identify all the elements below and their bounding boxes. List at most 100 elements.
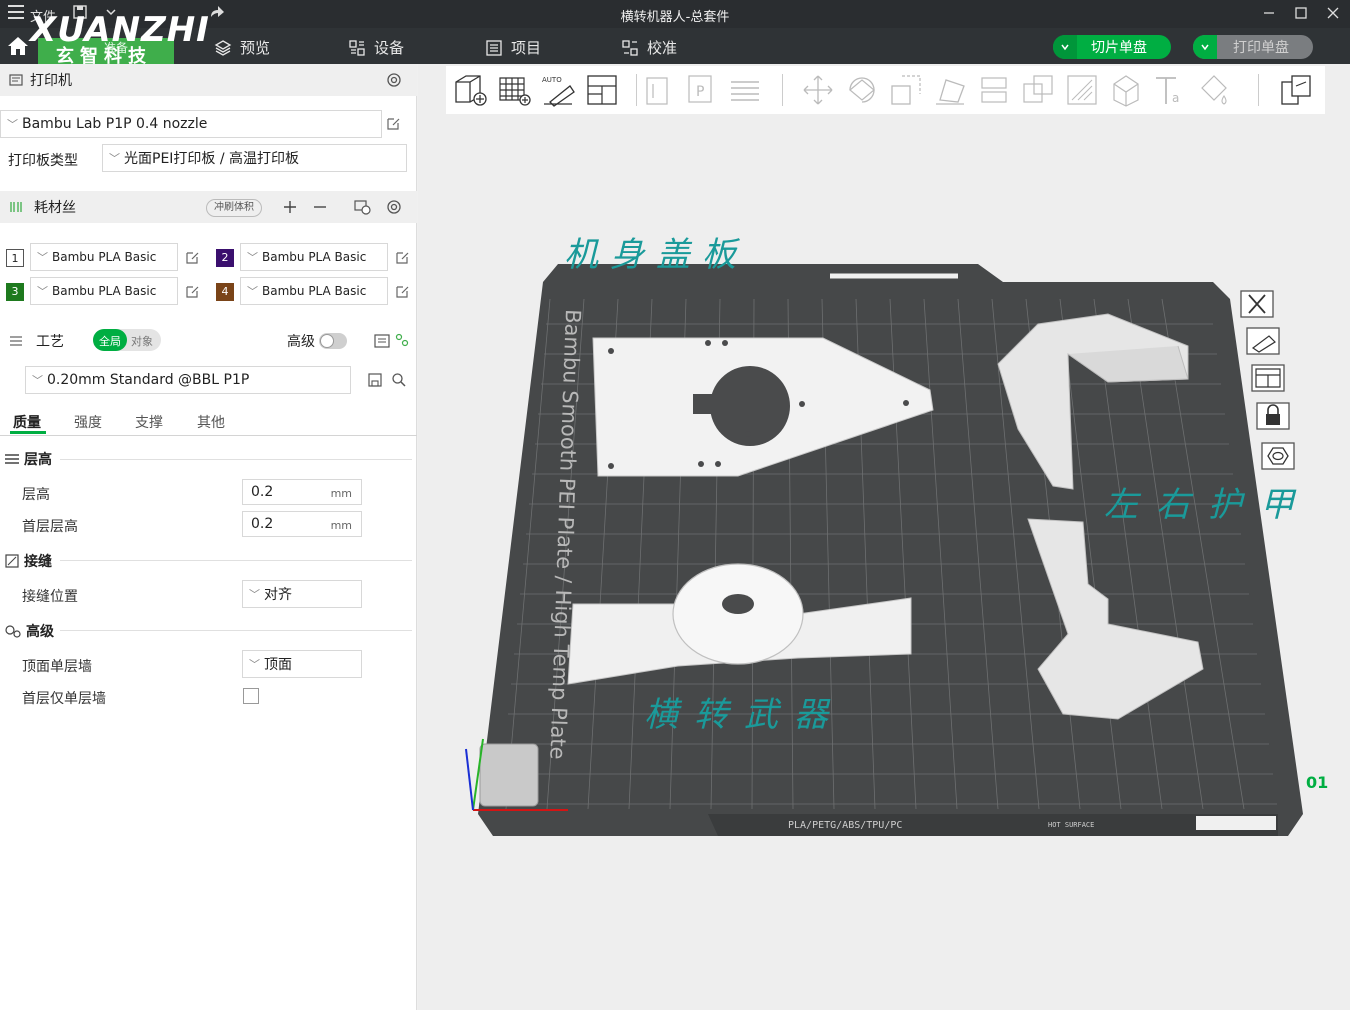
layer-height-input[interactable]: 0.2 mm: [242, 479, 362, 505]
list-view-icon[interactable]: [373, 332, 391, 350]
text-icon[interactable]: a: [1152, 72, 1188, 108]
seam-position-select[interactable]: ﹀ 对齐: [242, 580, 362, 608]
filament-slot-4-name: Bambu PLA Basic: [262, 284, 367, 298]
advanced-toggle[interactable]: [319, 333, 347, 349]
chevron-down-icon: ﹀: [37, 285, 48, 298]
build-plate-scene[interactable]: Bambu Smooth PEI Plate / High Temp Plate…: [418, 114, 1350, 1010]
plate-arrange-icon[interactable]: [1250, 363, 1286, 393]
filament-slot-4-select[interactable]: ﹀ Bambu PLA Basic: [240, 277, 388, 305]
minimize-icon[interactable]: [1254, 3, 1284, 25]
tab-quality[interactable]: 质量: [13, 412, 41, 432]
maximize-icon[interactable]: [1286, 3, 1316, 25]
edit-icon[interactable]: [184, 284, 200, 300]
svg-text:P: P: [696, 84, 704, 100]
filament-slot-3-select[interactable]: ﹀ Bambu PLA Basic: [30, 277, 178, 305]
tab-calibration[interactable]: 校准: [621, 37, 677, 58]
edit-icon[interactable]: [394, 250, 410, 266]
close-icon[interactable]: [1318, 3, 1348, 25]
seam-group-title: 接缝: [4, 551, 52, 571]
auto-orient-icon[interactable]: AUTO: [540, 72, 576, 108]
plate-auto-orient-icon[interactable]: [1245, 326, 1281, 356]
save-preset-icon[interactable]: [367, 372, 383, 388]
arrange-icon[interactable]: [584, 72, 620, 108]
assembly-view-icon[interactable]: [1278, 72, 1314, 108]
printer-section-title: 打印机: [30, 73, 72, 89]
flush-volume-button[interactable]: 冲刷体积: [206, 199, 262, 217]
layer-height-group-label: 层高: [24, 452, 52, 468]
edit-icon[interactable]: [184, 250, 200, 266]
origin-marker: [479, 743, 539, 807]
home-icon[interactable]: [6, 34, 30, 58]
toolbar-divider: [636, 74, 637, 106]
first-layer-height-label: 首层层高: [22, 519, 78, 535]
tab-project[interactable]: 项目: [485, 37, 541, 58]
chevron-down-icon[interactable]: [1053, 35, 1077, 59]
global-object-toggle[interactable]: 全局 对象: [93, 329, 161, 351]
gear-icon[interactable]: [385, 71, 403, 89]
color-paint-icon[interactable]: [1196, 72, 1232, 108]
add-plate-icon[interactable]: [496, 72, 532, 108]
chevron-down-icon[interactable]: [1193, 35, 1217, 59]
filament-slot-1-select[interactable]: ﹀ Bambu PLA Basic: [30, 243, 178, 271]
process-tabs: 质量 强度 支撑 其他: [0, 412, 417, 436]
process-preset-select[interactable]: ﹀ 0.20mm Standard @BBL P1P: [25, 366, 351, 394]
weapon-hub-hole: [722, 594, 754, 614]
chevron-down-icon: ﹀: [7, 118, 18, 131]
plate-number[interactable]: 01: [1306, 773, 1328, 792]
compare-icon[interactable]: [394, 332, 410, 348]
seam-position-label: 接缝位置: [22, 589, 78, 605]
edit-icon[interactable]: [385, 116, 401, 132]
print-plate-button[interactable]: 打印单盘: [1193, 35, 1313, 59]
tab-strength[interactable]: 强度: [74, 412, 102, 432]
group-divider: [60, 459, 412, 460]
label-spinner-weapon: 横转武器: [644, 695, 844, 735]
process-section-title: 工艺: [36, 334, 64, 350]
tab-device[interactable]: 设备: [348, 37, 404, 58]
menu-icon[interactable]: [8, 5, 24, 19]
printer-select[interactable]: ﹀ Bambu Lab P1P 0.4 nozzle: [0, 110, 382, 138]
first-layer-height-input[interactable]: 0.2 mm: [242, 511, 362, 537]
rotate-icon[interactable]: [844, 72, 880, 108]
slice-plate-button[interactable]: 切片单盘: [1053, 35, 1171, 59]
lay-on-face-icon[interactable]: [932, 72, 968, 108]
first-layer-height-unit: mm: [330, 519, 352, 532]
first-layer-wall-checkbox[interactable]: [243, 688, 259, 704]
advanced-group-title: 高级: [4, 621, 54, 641]
move-icon[interactable]: [800, 72, 836, 108]
tab-others[interactable]: 其他: [197, 412, 225, 432]
seam-paint-icon[interactable]: [1108, 72, 1144, 108]
remove-icon[interactable]: [312, 199, 328, 215]
plate-settings-icon[interactable]: [1260, 441, 1296, 471]
chevron-down-icon: ﹀: [37, 251, 48, 264]
redo-icon[interactable]: [208, 4, 226, 24]
split-parts-icon[interactable]: P: [683, 72, 719, 108]
tab-preview[interactable]: 预览: [214, 37, 270, 58]
top-wall-label: 顶面单层墙: [22, 659, 92, 675]
filament-slot-2-select[interactable]: ﹀ Bambu PLA Basic: [240, 243, 388, 271]
top-wall-select[interactable]: ﹀ 顶面: [242, 650, 362, 678]
add-object-icon[interactable]: [452, 72, 488, 108]
scale-icon[interactable]: [888, 72, 924, 108]
toolbar-divider: [1258, 74, 1259, 106]
layers-editing-icon[interactable]: [727, 72, 763, 108]
filament-slot-3-number: 3: [6, 283, 24, 301]
split-objects-icon[interactable]: [639, 72, 675, 108]
cut-icon[interactable]: [976, 72, 1012, 108]
print-plate-label: 打印单盘: [1233, 40, 1289, 56]
add-icon[interactable]: [282, 199, 298, 215]
plate-type-select[interactable]: ﹀ 光面PEI打印板 / 高温打印板: [102, 144, 407, 172]
lock-plate-icon[interactable]: [1255, 401, 1291, 431]
tab-calibration-label: 校准: [647, 39, 678, 57]
support-paint-icon[interactable]: [1064, 72, 1100, 108]
gear-icon[interactable]: [385, 198, 403, 216]
device-icon: [349, 39, 365, 56]
layer-height-group-title: 层高: [4, 449, 52, 469]
edit-icon[interactable]: [394, 284, 410, 300]
tab-device-label: 设备: [374, 39, 405, 57]
clear-plate-icon[interactable]: [1239, 289, 1275, 319]
boolean-icon[interactable]: [1020, 72, 1056, 108]
sync-ams-icon[interactable]: [353, 198, 371, 216]
tab-support[interactable]: 支撑: [135, 412, 163, 432]
search-icon[interactable]: [391, 372, 407, 388]
label-body-cover: 机身盖板: [564, 235, 748, 275]
